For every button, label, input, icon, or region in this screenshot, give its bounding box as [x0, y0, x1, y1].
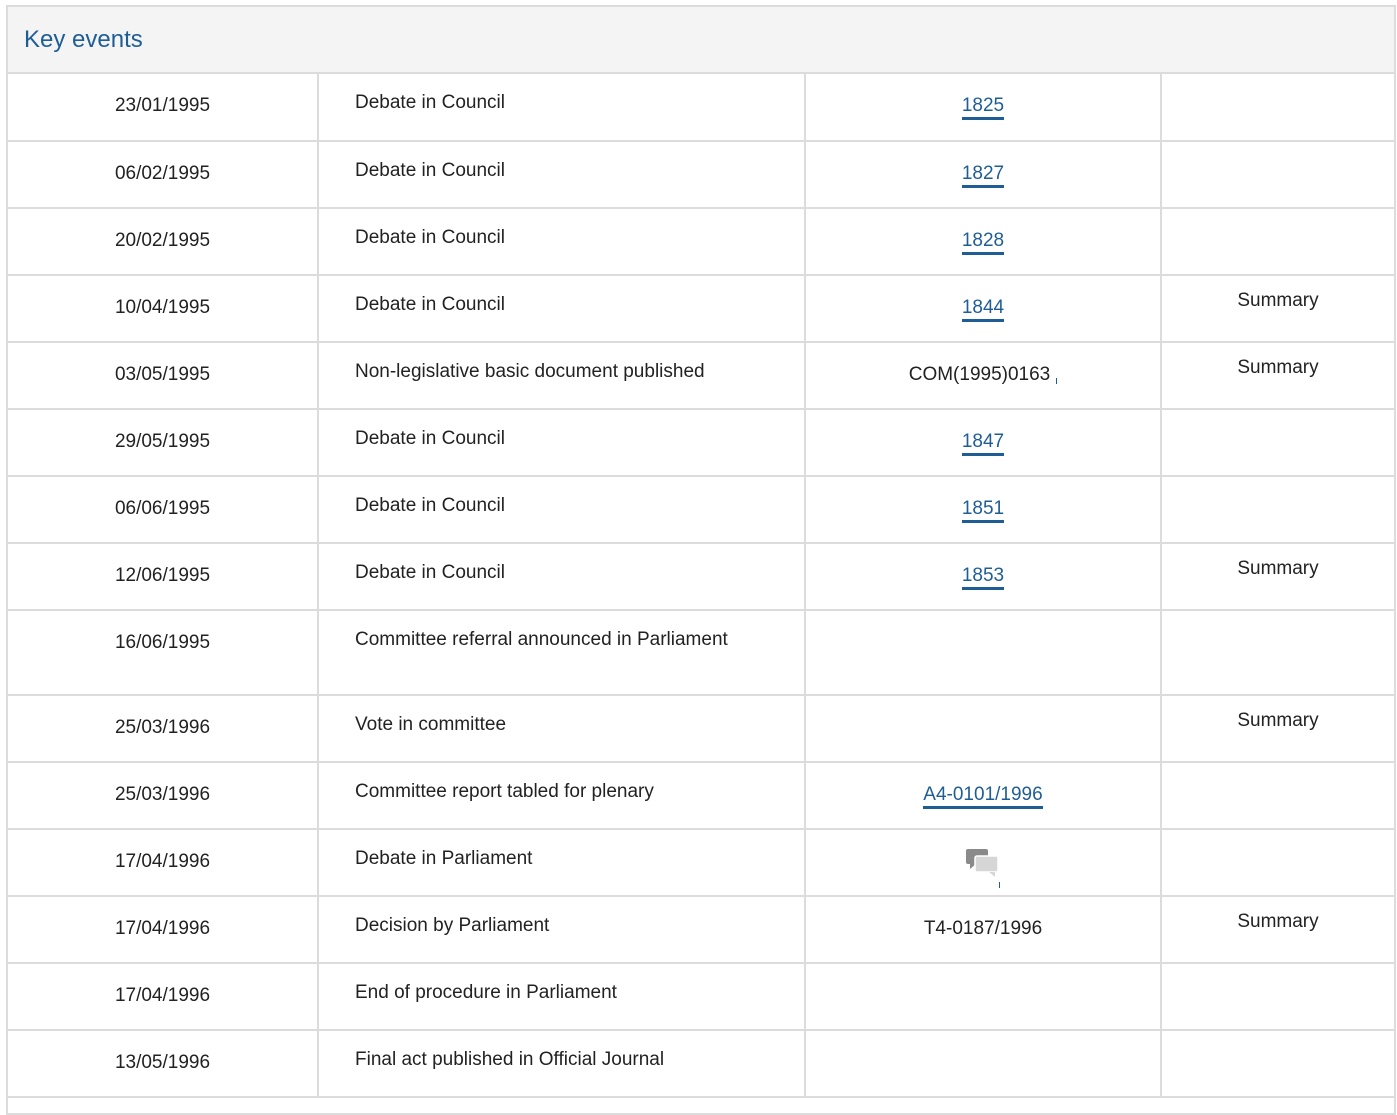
event-row: 06/06/1995 Debate in Council 1851 — [8, 476, 1394, 544]
event-reference-cell: 1853 — [805, 543, 1162, 611]
event-row: 20/02/1995 Debate in Council 1828 — [8, 208, 1394, 276]
summary-label[interactable]: Summary — [1237, 710, 1318, 731]
summary-label[interactable]: Summary — [1237, 357, 1318, 378]
event-row: 03/05/1995 Non-legislative basic document… — [8, 342, 1394, 410]
event-row: 12/06/1995 Debate in Council 1853 Summary — [8, 543, 1394, 611]
event-description: Debate in Council — [318, 141, 806, 209]
summary-label[interactable]: Summary — [1237, 911, 1318, 932]
reference-link[interactable]: 1853 — [961, 565, 1005, 590]
event-description: Decision by Parliament — [318, 896, 806, 964]
reference-text: COM(1995)0163 — [909, 364, 1058, 385]
event-summary-cell — [1161, 1030, 1394, 1098]
event-row: 25/03/1996 Vote in committee Summary — [8, 695, 1394, 763]
event-row: 23/01/1995 Debate in Council 1825 — [8, 74, 1394, 142]
event-summary-cell — [1161, 963, 1394, 1031]
event-date: 17/04/1996 — [8, 896, 319, 964]
event-summary-cell: Summary — [1161, 275, 1394, 343]
event-description: Debate in Council — [318, 275, 806, 343]
panel-header[interactable]: Key events — [8, 7, 1394, 74]
summary-label[interactable]: Summary — [1237, 558, 1318, 579]
event-summary-cell — [1161, 610, 1394, 696]
event-description: Debate in Council — [318, 409, 806, 477]
event-date: 16/06/1995 — [8, 610, 319, 696]
event-summary-cell — [1161, 476, 1394, 544]
reference-link[interactable]: 1844 — [961, 297, 1005, 322]
event-date: 17/04/1996 — [8, 963, 319, 1031]
event-description: End of procedure in Parliament — [318, 963, 806, 1031]
event-summary-cell: Summary — [1161, 695, 1394, 763]
reference-link[interactable]: 1847 — [961, 431, 1005, 456]
event-row: 25/03/1996 Committee report tabled for pl… — [8, 762, 1394, 830]
reference-text: T4-0187/1996 — [923, 918, 1043, 939]
event-reference-cell: 1847 — [805, 409, 1162, 477]
reference-link[interactable]: 1827 — [961, 163, 1005, 188]
event-reference-cell: COM(1995)0163 — [805, 342, 1162, 410]
event-summary-cell: Summary — [1161, 342, 1394, 410]
event-reference-cell — [805, 610, 1162, 696]
event-reference-cell: 1828 — [805, 208, 1162, 276]
event-date: 23/01/1995 — [8, 74, 319, 142]
event-summary-cell — [1161, 208, 1394, 276]
event-date: 25/03/1996 — [8, 695, 319, 763]
event-description: Debate in Council — [318, 208, 806, 276]
event-reference-cell — [805, 1030, 1162, 1098]
event-summary-cell — [1161, 762, 1394, 830]
event-reference-cell: 1825 — [805, 74, 1162, 142]
reference-link[interactable]: 1828 — [961, 230, 1005, 255]
event-date: 17/04/1996 — [8, 829, 319, 897]
event-row: 29/05/1995 Debate in Council 1847 — [8, 409, 1394, 477]
event-summary-cell — [1161, 829, 1394, 897]
event-summary-cell — [1161, 409, 1394, 477]
event-description: Committee report tabled for plenary — [318, 762, 806, 830]
event-reference-cell: A4-0101/1996 — [805, 762, 1162, 830]
event-reference-cell — [805, 963, 1162, 1031]
event-summary-cell: Summary — [1161, 896, 1394, 964]
event-date: 10/04/1995 — [8, 275, 319, 343]
key-events-panel: Key events 23/01/1995 Debate in Council 18… — [6, 5, 1396, 1115]
event-reference-cell: 1844 — [805, 275, 1162, 343]
debate-speech-bubbles-icon[interactable] — [965, 848, 1001, 888]
event-description: Vote in committee — [318, 695, 806, 763]
event-description: Non-legislative basic document published — [318, 342, 806, 410]
event-date: 20/02/1995 — [8, 208, 319, 276]
panel-title[interactable]: Key events — [24, 26, 143, 54]
event-reference-cell — [805, 695, 1162, 763]
event-date: 13/05/1996 — [8, 1030, 319, 1098]
event-date: 25/03/1996 — [8, 762, 319, 830]
event-description: Final act published in Official Journal — [318, 1030, 806, 1098]
events-table: 23/01/1995 Debate in Council 1825 06/02/199… — [8, 74, 1394, 1098]
event-date: 12/06/1995 — [8, 543, 319, 611]
event-description: Debate in Council — [318, 74, 806, 142]
event-description: Debate in Council — [318, 476, 806, 544]
event-summary-cell — [1161, 141, 1394, 209]
event-row: 17/04/1996 Decision by Parliament T4-0187/… — [8, 896, 1394, 964]
event-date: 03/05/1995 — [8, 342, 319, 410]
event-row: 13/05/1996 Final act published in Officia… — [8, 1030, 1394, 1098]
summary-label[interactable]: Summary — [1237, 290, 1318, 311]
reference-link[interactable]: 1851 — [961, 498, 1005, 523]
event-row: 17/04/1996 End of procedure in Parliament — [8, 963, 1394, 1031]
event-reference-cell: 1827 — [805, 141, 1162, 209]
event-description: Committee referral announced in Parliame… — [318, 610, 806, 696]
event-date: 06/02/1995 — [8, 141, 319, 209]
event-summary-cell: Summary — [1161, 543, 1394, 611]
event-date: 29/05/1995 — [8, 409, 319, 477]
event-reference-cell — [805, 829, 1162, 897]
reference-link[interactable]: A4-0101/1996 — [923, 784, 1043, 809]
event-row: 10/04/1995 Debate in Council 1844 Summary — [8, 275, 1394, 343]
event-reference-cell: T4-0187/1996 — [805, 896, 1162, 964]
event-row: 17/04/1996 Debate in Parliament — [8, 829, 1394, 897]
event-reference-cell: 1851 — [805, 476, 1162, 544]
event-description: Debate in Parliament — [318, 829, 806, 897]
event-description: Debate in Council — [318, 543, 806, 611]
event-date: 06/06/1995 — [8, 476, 319, 544]
event-row: 16/06/1995 Committee referral announced i… — [8, 610, 1394, 696]
event-row: 06/02/1995 Debate in Council 1827 — [8, 141, 1394, 209]
event-summary-cell — [1161, 74, 1394, 142]
reference-link[interactable]: 1825 — [961, 95, 1005, 120]
